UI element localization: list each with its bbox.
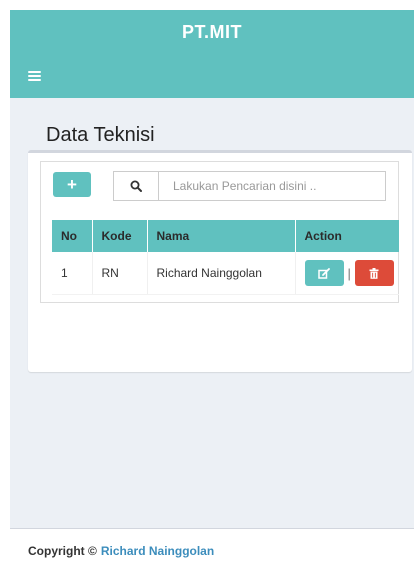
app-frame: PT.MIT Data Teknisi + Lakukan Pencarian … <box>10 10 414 572</box>
cell-no: 1 <box>52 252 93 295</box>
column-header-action: Action <box>295 220 399 252</box>
table-panel: + Lakukan Pencarian disini .. No Kode Na… <box>40 161 399 303</box>
trash-icon <box>369 267 379 279</box>
hamburger-line <box>28 71 41 73</box>
data-table: No Kode Nama Action 1 RN Richard Nainggo… <box>52 220 399 295</box>
author-link[interactable]: Richard Nainggolan <box>101 544 214 558</box>
column-header-kode: Kode <box>92 220 148 252</box>
cell-action: | <box>295 252 399 295</box>
plus-icon: + <box>67 175 77 194</box>
table-row: 1 RN Richard Nainggolan | <box>52 252 399 295</box>
add-button[interactable]: + <box>53 172 91 197</box>
content-box: + Lakukan Pencarian disini .. No Kode Na… <box>28 150 412 372</box>
cell-kode: RN <box>92 252 148 295</box>
brand-logo[interactable]: PT.MIT <box>10 22 414 43</box>
edit-icon <box>318 267 330 279</box>
table-header-row: No Kode Nama Action <box>52 220 399 252</box>
action-separator: | <box>347 265 351 281</box>
column-header-nama: Nama <box>147 220 296 252</box>
page-title: Data Teknisi <box>46 124 155 146</box>
footer: Copyright © Richard Nainggolan <box>10 528 414 572</box>
hamburger-line <box>28 79 41 81</box>
delete-button[interactable] <box>354 260 394 286</box>
top-header: PT.MIT <box>10 10 414 98</box>
hamburger-menu-icon[interactable] <box>28 71 41 81</box>
column-header-no: No <box>52 220 93 252</box>
action-buttons: | <box>304 252 400 294</box>
copyright-label: Copyright © <box>28 543 97 558</box>
hamburger-line <box>28 75 41 77</box>
edit-button[interactable] <box>304 260 344 286</box>
search-group <box>113 171 386 201</box>
search-input[interactable] <box>159 172 385 200</box>
cell-nama: Richard Nainggolan <box>147 252 296 295</box>
search-icon <box>114 172 159 200</box>
